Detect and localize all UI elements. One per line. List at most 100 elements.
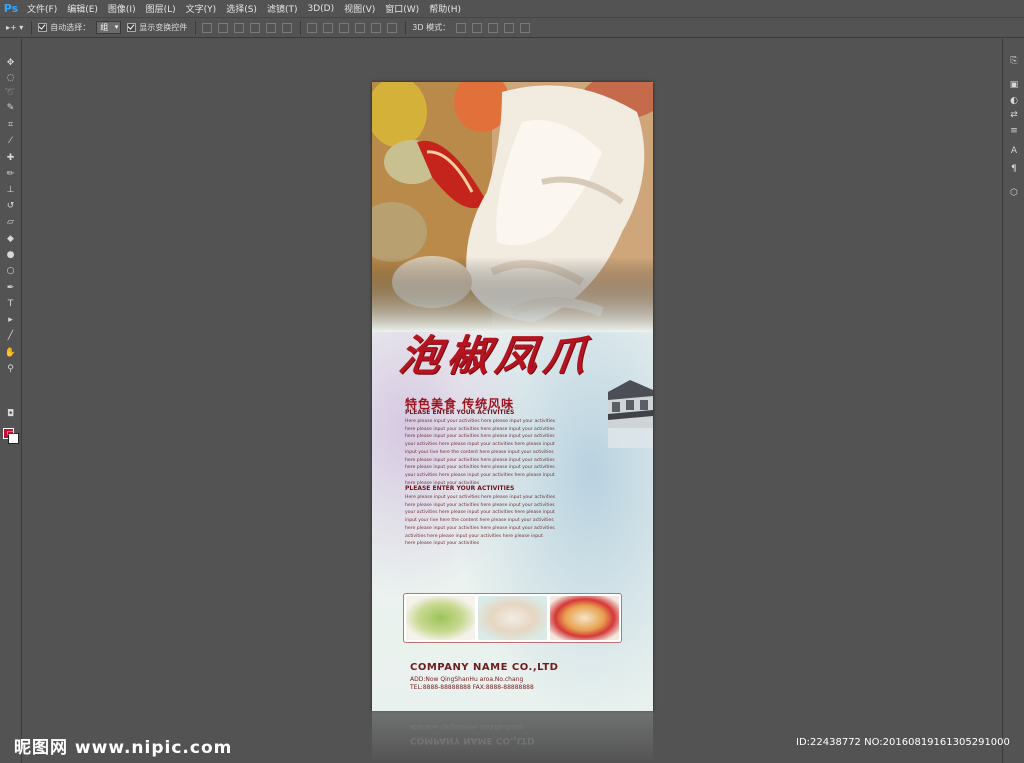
reflection-address: ADD:Now QingShanHu aroa.No.chang xyxy=(410,723,524,730)
type-tool-icon[interactable]: T xyxy=(3,298,18,311)
photoshop-logo: Ps xyxy=(3,2,19,15)
scale-3d-icon[interactable] xyxy=(520,22,531,33)
paragraph-line: activities here please input your activi… xyxy=(405,533,543,539)
dish-photo-3 xyxy=(550,596,619,640)
paragraph-line: here please input your activities xyxy=(405,541,480,547)
paragraph-line: your activities here please input your a… xyxy=(405,442,555,448)
quick-mask-icon[interactable]: ◘ xyxy=(3,408,18,421)
line-tool-icon[interactable]: ╱ xyxy=(3,330,18,343)
blur-tool-icon[interactable]: ● xyxy=(3,249,18,262)
dodge-tool-icon[interactable]: ○ xyxy=(3,265,18,278)
align-center-icon[interactable] xyxy=(266,22,277,33)
slide-3d-icon[interactable] xyxy=(504,22,515,33)
menu-view[interactable]: 视图(V) xyxy=(339,2,380,15)
brush-tool-icon[interactable]: ✏ xyxy=(3,168,18,181)
menu-type[interactable]: 文字(Y) xyxy=(181,2,222,15)
roll-3d-icon[interactable] xyxy=(472,22,483,33)
dish-gallery xyxy=(403,593,622,643)
menu-layer[interactable]: 图层(L) xyxy=(141,2,181,15)
divider xyxy=(31,20,33,35)
align-right-icon[interactable] xyxy=(282,22,293,33)
paragraph-line: here please input your activities here p… xyxy=(405,502,555,508)
history-brush-tool-icon[interactable]: ↺ xyxy=(3,200,18,213)
align-middle-icon[interactable] xyxy=(218,22,229,33)
align-bottom-icon[interactable] xyxy=(234,22,245,33)
color-panel-icon[interactable]: ▣ xyxy=(1007,79,1021,91)
paragraph-line: here please input your activities here p… xyxy=(405,457,555,463)
options-bar: ▸+ ▾ 自动选择： 组 显示变换控件 3D 模式： xyxy=(0,17,1024,38)
menu-window[interactable]: 窗口(W) xyxy=(380,2,424,15)
distribute-right-icon[interactable] xyxy=(387,22,398,33)
paragraph-line: Here please input your activities here p… xyxy=(405,419,556,424)
auto-select-dropdown[interactable]: 组 xyxy=(96,21,122,34)
3d-panel-icon[interactable]: ⬡ xyxy=(1007,187,1021,199)
watertown-illustration xyxy=(608,380,653,448)
paragraph-line: your activities here please input your a… xyxy=(405,510,555,516)
healing-brush-tool-icon[interactable]: ✚ xyxy=(3,152,18,165)
menu-bar: Ps 文件(F) 编辑(E) 图像(I) 图层(L) 文字(Y) 选择(S) 滤… xyxy=(0,0,1024,17)
menu-3d[interactable]: 3D(D) xyxy=(302,4,339,14)
pen-tool-icon[interactable]: ✒ xyxy=(3,282,18,295)
distribute-left-icon[interactable] xyxy=(355,22,366,33)
watermark-id: ID:22438772 NO:20160819161305291000 xyxy=(796,737,1010,748)
dish-photo-1 xyxy=(406,596,475,640)
clone-stamp-tool-icon[interactable]: ⊥ xyxy=(3,184,18,197)
history-panel-icon[interactable]: ⎘ xyxy=(1007,55,1021,67)
quick-select-tool-icon[interactable]: ✎ xyxy=(3,102,18,115)
show-transform-checkbox[interactable]: 显示变换控件 xyxy=(127,22,187,33)
crop-tool-icon[interactable]: ⌗ xyxy=(3,119,18,132)
menu-file[interactable]: 文件(F) xyxy=(22,2,62,15)
pan-3d-icon[interactable] xyxy=(488,22,499,33)
section-heading-1: PLEASE ENTER YOUR ACTIVITIES xyxy=(405,409,515,416)
paragraph-line: input your live here the content here pl… xyxy=(405,449,554,455)
divider xyxy=(405,20,407,35)
paragraph-2: Here please input your activities here p… xyxy=(405,494,610,548)
auto-select-checkbox[interactable]: 自动选择： xyxy=(38,22,90,33)
adjustments-panel-icon[interactable]: ◐ xyxy=(1007,95,1021,107)
menu-image[interactable]: 图像(I) xyxy=(103,2,141,15)
distribute-bottom-icon[interactable] xyxy=(339,22,350,33)
paragraph-line: here please input your activities here p… xyxy=(405,434,555,440)
auto-select-label: 自动选择： xyxy=(50,23,91,32)
paragraph-line: input your live here the content here pl… xyxy=(405,518,554,524)
company-name: COMPANY NAME CO.,LTD xyxy=(410,662,559,673)
eyedropper-tool-icon[interactable]: ⁄ xyxy=(3,135,18,148)
document-canvas[interactable]: 泡椒凤爪 特色美食 传统风味 PLEASE ENTER YOUR ACTIVIT… xyxy=(372,82,653,711)
align-top-icon[interactable] xyxy=(202,22,213,33)
paint-bucket-tool-icon[interactable]: ◆ xyxy=(3,233,18,246)
document-reflection: COMPANY NAME CO.,LTD ADD:Now QingShanHu … xyxy=(372,711,653,763)
dish-photo-2 xyxy=(478,596,547,640)
show-transform-label: 显示变换控件 xyxy=(139,23,188,32)
paragraph-1: Here please input your activities here p… xyxy=(405,418,610,487)
distribute-middle-icon[interactable] xyxy=(323,22,334,33)
distribute-center-icon[interactable] xyxy=(371,22,382,33)
menu-edit[interactable]: 编辑(E) xyxy=(62,2,103,15)
paragraph-line: here please input your activities here p… xyxy=(405,465,555,471)
zoom-tool-icon[interactable]: ⚲ xyxy=(3,363,18,376)
character-panel-icon[interactable]: A xyxy=(1007,145,1021,157)
paragraph-panel-icon[interactable]: ¶ xyxy=(1007,163,1021,175)
distribute-top-icon[interactable] xyxy=(307,22,318,33)
properties-panel-icon[interactable]: ≡ xyxy=(1007,125,1021,137)
menu-select[interactable]: 选择(S) xyxy=(221,2,262,15)
align-left-icon[interactable] xyxy=(250,22,261,33)
eraser-tool-icon[interactable]: ▱ xyxy=(3,216,18,229)
move-tool-icon[interactable]: ▸+ ▾ xyxy=(6,23,23,32)
move-tool-icon[interactable]: ✥ xyxy=(3,57,18,70)
path-select-tool-icon[interactable]: ▸ xyxy=(3,314,18,327)
brush-panel-icon[interactable]: ⇄ xyxy=(1007,109,1021,121)
watermark-site: 昵图网 www.nipic.com xyxy=(14,738,233,758)
paragraph-line: Here please input your activities here p… xyxy=(405,495,556,500)
menu-filter[interactable]: 滤镜(T) xyxy=(262,2,303,15)
marquee-tool-icon[interactable]: ◌ xyxy=(3,72,18,85)
screen-mode-icon[interactable]: ▭ xyxy=(3,427,18,440)
lasso-tool-icon[interactable]: ➰ xyxy=(3,87,18,100)
paragraph-line: here please input your activities here p… xyxy=(405,426,555,432)
paragraph-line: your activities here please input your a… xyxy=(405,472,555,478)
section-heading-2: PLEASE ENTER YOUR ACTIVITIES xyxy=(405,485,515,492)
company-phone: TEL:8888-88888888 FAX:8888-88888888 xyxy=(410,684,534,691)
company-address: ADD:Now QingShanHu aroa.No.chang xyxy=(410,676,524,683)
menu-help[interactable]: 帮助(H) xyxy=(424,2,466,15)
orbit-3d-icon[interactable] xyxy=(456,22,467,33)
hand-tool-icon[interactable]: ✋ xyxy=(3,347,18,360)
